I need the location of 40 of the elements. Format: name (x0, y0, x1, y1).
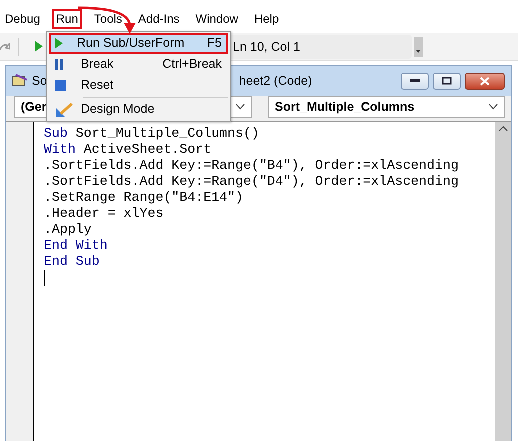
code-line: .Header = xlYes (44, 206, 164, 222)
play-icon[interactable] (35, 41, 43, 52)
module-icon (12, 74, 28, 88)
menu-item[interactable]: Tools (90, 9, 126, 29)
redo-icon[interactable] (0, 40, 10, 52)
chevron-icon (489, 104, 498, 110)
text-cursor (44, 270, 45, 286)
menu-item[interactable]: Debug (1, 9, 44, 29)
menu-item[interactable]: Run Sub/UserForm F5 (49, 33, 228, 54)
close-button[interactable] (465, 72, 505, 90)
menu-item[interactable]: Break Ctrl+Break (49, 54, 228, 75)
menu-item[interactable]: Reset (49, 75, 228, 96)
code-line: End With (44, 238, 108, 254)
annotation-arrow (78, 6, 138, 34)
close-icon (480, 76, 490, 86)
menu-item[interactable]: Design Mode (49, 99, 228, 120)
minimize-button[interactable] (401, 72, 429, 90)
pause-icon (55, 59, 63, 70)
code-line: .Apply (44, 222, 92, 238)
ruler-pencil-icon (55, 102, 73, 118)
chevron-icon (236, 104, 245, 110)
maximize-button[interactable] (433, 72, 461, 90)
stop-icon (55, 80, 66, 91)
code-line: With ActiveSheet.Sort (44, 142, 212, 158)
maximize-icon (442, 77, 452, 85)
menu-item[interactable]: Add-Ins (134, 9, 184, 29)
play-icon (55, 38, 63, 49)
minimize-icon (410, 79, 420, 83)
procedure-dropdown[interactable]: Sort_Multiple_Columns (268, 96, 505, 118)
code-line: .SetRange Range("B4:E14") (44, 190, 244, 206)
code-line: .SortFields.Add Key:=Range("B4"), Order:=xlAscending (44, 158, 459, 174)
code-line: End Sub (44, 254, 100, 270)
window-title: heet2 (Code) (239, 72, 312, 90)
toolbar-options-icon[interactable] (414, 36, 423, 56)
menu-item[interactable]: Window (192, 9, 242, 29)
scroll-up-icon[interactable] (498, 126, 508, 132)
code-line: Sub Sort_Multiple_Columns() (44, 126, 260, 142)
menu-item[interactable]: Run (52, 9, 82, 29)
code-line: .SortFields.Add Key:=Range("D4"), Order:=xlAscending (44, 174, 459, 190)
menu-item[interactable]: Help (250, 9, 284, 29)
